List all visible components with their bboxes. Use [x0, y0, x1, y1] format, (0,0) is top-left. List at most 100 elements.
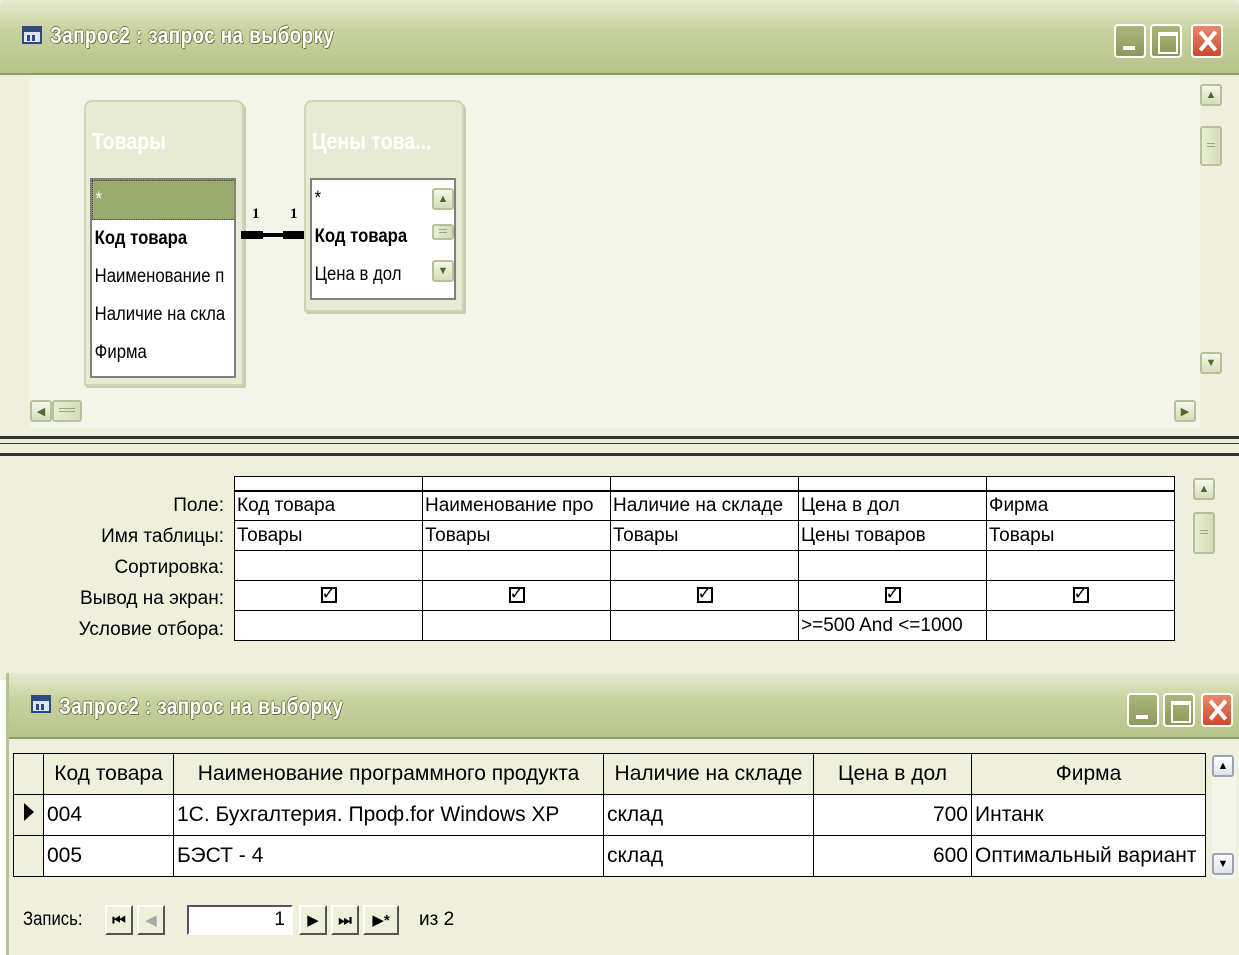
select-all-cell[interactable] [13, 753, 44, 795]
query-app-icon[interactable] [31, 695, 51, 713]
record-selector[interactable] [13, 835, 44, 877]
field-item-tsena[interactable]: Цена в дол [312, 256, 431, 294]
query-app-icon[interactable] [22, 26, 42, 44]
record-navigation-bar: Запись: ⏮ ◀ 1 ▶ ⏭ ▶* из 2 [9, 895, 1236, 947]
table-cell[interactable]: 004 [43, 794, 174, 836]
grid-criteria-cell[interactable] [986, 610, 1175, 641]
next-record-icon[interactable]: ▶ [299, 905, 327, 935]
relationship-line[interactable] [241, 231, 305, 239]
maximize-button[interactable] [1163, 693, 1195, 727]
table-pane-hscrollbar[interactable]: ◀ ▶ [30, 400, 1200, 424]
column-selector[interactable] [422, 476, 611, 491]
scroll-down-icon[interactable]: ▼ [1212, 853, 1234, 875]
table-cell[interactable]: 600 [813, 835, 972, 877]
table-cell[interactable]: склад [603, 794, 814, 836]
query-grid: Код товара Наименование про Наличие на с… [234, 476, 1175, 641]
last-record-icon[interactable]: ⏭ [331, 905, 359, 935]
record-number-input[interactable]: 1 [187, 905, 293, 935]
grid-table-cell[interactable]: Товары [422, 520, 611, 551]
field-item-naimenovanie[interactable]: Наименование п [92, 258, 234, 296]
record-label: Запись: [23, 909, 83, 930]
field-item-all[interactable]: * [92, 180, 234, 220]
pane-splitter[interactable] [0, 436, 1239, 456]
field-list-body: * Код товара Цена в дол ▲ ▼ [310, 178, 456, 300]
scroll-thumb[interactable] [1200, 126, 1222, 166]
grid-sort-cell[interactable] [422, 550, 611, 581]
grid-sort-cell[interactable] [234, 550, 423, 581]
scroll-left-icon[interactable]: ◀ [30, 400, 52, 422]
grid-sort-cell[interactable] [610, 550, 799, 581]
grid-sort-cell[interactable] [798, 550, 987, 581]
column-selector[interactable] [610, 476, 799, 491]
field-list-title: Товары [92, 128, 166, 154]
scroll-down-icon[interactable]: ▼ [1200, 352, 1222, 374]
field-list-tseny[interactable]: Цены това... * Код товара Цена в дол ▲ ▼ [304, 100, 464, 312]
field-list-tovary[interactable]: Товары * Код товара Наименование п Налич… [84, 100, 244, 386]
table-cell[interactable]: 005 [43, 835, 174, 877]
design-title-bar[interactable]: Запрос2 : запрос на выборку [0, 0, 1239, 75]
new-record-icon[interactable]: ▶* [363, 905, 399, 935]
table-pane-vscrollbar[interactable]: ▲ ▼ [1200, 82, 1224, 402]
show-checkbox[interactable] [320, 584, 337, 604]
field-item-kod-tovara[interactable]: Код товара [312, 218, 431, 256]
grid-field-cell[interactable]: Наличие на складе [610, 489, 799, 521]
grid-criteria-cell[interactable] [234, 610, 423, 641]
column-selector[interactable] [798, 476, 987, 491]
table-cell[interactable]: 700 [813, 794, 972, 836]
grid-criteria-cell[interactable]: >=500 And <=1000 [798, 610, 987, 641]
scroll-thumb[interactable] [432, 224, 454, 240]
table-row[interactable]: 005 БЭСТ - 4 склад 600 Оптимальный вариа… [13, 835, 1206, 877]
grid-criteria-cell[interactable] [610, 610, 799, 641]
column-header[interactable]: Наличие на складе [603, 753, 814, 795]
table-cell[interactable]: БЭСТ - 4 [173, 835, 604, 877]
show-checkbox[interactable] [884, 584, 901, 604]
show-checkbox[interactable] [696, 584, 713, 604]
close-button[interactable] [1191, 24, 1223, 58]
first-record-icon[interactable]: ⏮ [105, 905, 133, 935]
scroll-right-icon[interactable]: ▶ [1174, 400, 1196, 422]
column-selector[interactable] [234, 476, 423, 491]
table-cell[interactable]: 1С. Бухгалтерия. Проф.for Windows XP [173, 794, 604, 836]
column-header[interactable]: Наименование программного продукта [173, 753, 604, 795]
grid-field-cell[interactable]: Код товара [234, 489, 423, 521]
grid-table-cell[interactable]: Цены товаров [798, 520, 987, 551]
grid-field-cell[interactable]: Наименование про [422, 489, 611, 521]
grid-sort-cell[interactable] [986, 550, 1175, 581]
show-checkbox[interactable] [508, 584, 525, 604]
scroll-up-icon[interactable]: ▲ [432, 188, 454, 210]
grid-vscrollbar[interactable]: ▲ [1193, 478, 1217, 678]
scroll-up-icon[interactable]: ▲ [1200, 84, 1222, 106]
close-button[interactable] [1201, 693, 1233, 727]
scroll-thumb[interactable] [1193, 512, 1215, 554]
scroll-up-icon[interactable]: ▲ [1212, 755, 1234, 777]
datasheet-title-bar[interactable]: Запрос2 : запрос на выборку [9, 673, 1239, 739]
column-header[interactable]: Код товара [43, 753, 174, 795]
grid-criteria-cell[interactable] [422, 610, 611, 641]
maximize-button[interactable] [1150, 24, 1182, 58]
datasheet-vscrollbar[interactable]: ▲ ▼ [1212, 755, 1236, 879]
scroll-thumb[interactable] [52, 400, 82, 422]
scroll-down-icon[interactable]: ▼ [432, 260, 454, 282]
table-row[interactable]: 004 1С. Бухгалтерия. Проф.for Windows XP… [13, 794, 1206, 836]
record-selector[interactable] [13, 794, 44, 836]
previous-record-icon[interactable]: ◀ [137, 905, 165, 935]
column-header[interactable]: Цена в дол [813, 753, 972, 795]
scroll-up-icon[interactable]: ▲ [1193, 478, 1215, 500]
grid-field-cell[interactable]: Цена в дол [798, 489, 987, 521]
minimize-button[interactable] [1114, 24, 1146, 58]
field-item-firma[interactable]: Фирма [92, 334, 234, 372]
field-item-all[interactable]: * [312, 180, 431, 218]
table-cell[interactable]: склад [603, 835, 814, 877]
column-selector[interactable] [986, 476, 1175, 491]
column-header[interactable]: Фирма [971, 753, 1206, 795]
minimize-button[interactable] [1127, 693, 1159, 727]
grid-table-cell[interactable]: Товары [986, 520, 1175, 551]
table-cell[interactable]: Оптимальный вариант [971, 835, 1206, 877]
field-item-nalichie[interactable]: Наличие на скла [92, 296, 234, 334]
table-cell[interactable]: Интанк [971, 794, 1206, 836]
field-item-kod-tovara[interactable]: Код товара [92, 220, 234, 258]
show-checkbox[interactable] [1072, 584, 1089, 604]
grid-field-cell[interactable]: Фирма [986, 489, 1175, 521]
grid-table-cell[interactable]: Товары [234, 520, 423, 551]
grid-table-cell[interactable]: Товары [610, 520, 799, 551]
